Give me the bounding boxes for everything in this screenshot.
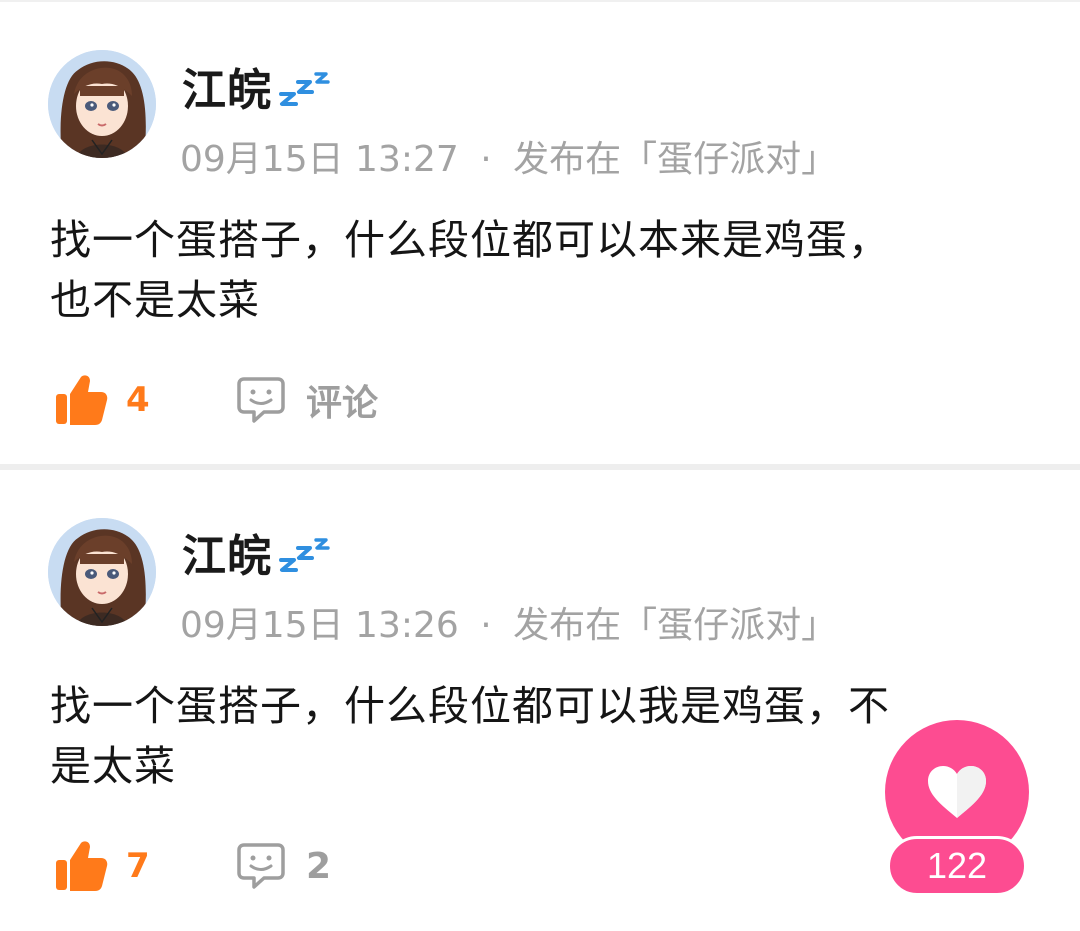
zzz-icon <box>279 72 330 106</box>
post-card[interactable]: 江皖 09月15日 13:27 · 发布在「蛋仔派对」 找一个蛋搭子，什么段位都… <box>0 0 1080 470</box>
like-count: 7 <box>126 846 150 886</box>
published-in[interactable]: 发布在「蛋仔派对」 <box>513 139 837 180</box>
floating-like-count: 122 <box>887 836 1027 896</box>
avatar-image <box>48 50 156 158</box>
author-name[interactable]: 江皖 <box>182 520 272 584</box>
like-button[interactable]: 7 <box>54 838 150 894</box>
published-in[interactable]: 发布在「蛋仔派对」 <box>513 605 837 646</box>
floating-like-button[interactable]: 122 <box>884 720 1030 900</box>
post-timestamp: 09月15日 13:27 <box>180 139 459 180</box>
comment-button[interactable]: 2 <box>236 838 331 894</box>
post-meta: 09月15日 13:26 · 发布在「蛋仔派对」 <box>180 596 837 648</box>
like-count: 4 <box>126 380 150 420</box>
meta-separator: · <box>480 605 492 646</box>
thumbs-up-icon <box>56 841 108 891</box>
like-button[interactable]: 4 <box>54 372 150 428</box>
zzz-icon <box>279 538 330 572</box>
comment-count: 2 <box>306 845 332 887</box>
avatar[interactable] <box>48 518 156 626</box>
thumbs-up-icon <box>56 375 108 425</box>
author-row: 江皖 <box>182 522 332 582</box>
comment-button[interactable]: 评论 <box>236 372 378 428</box>
comment-icon <box>237 843 285 889</box>
heart-icon <box>928 766 986 818</box>
author-row: 江皖 <box>182 56 332 116</box>
post-meta: 09月15日 13:27 · 发布在「蛋仔派对」 <box>180 130 837 182</box>
post-timestamp: 09月15日 13:26 <box>180 605 459 646</box>
post-body[interactable]: 找一个蛋搭子，什么段位都可以本来是鸡蛋， 也不是太菜 <box>50 210 1010 330</box>
author-name[interactable]: 江皖 <box>182 54 272 118</box>
post-text-line: 找一个蛋搭子，什么段位都可以我是鸡蛋，不 <box>50 682 890 730</box>
avatar[interactable] <box>48 50 156 158</box>
meta-separator: · <box>480 139 492 180</box>
post-text-line: 找一个蛋搭子，什么段位都可以本来是鸡蛋， <box>50 216 890 264</box>
avatar-image <box>48 518 156 626</box>
comment-icon <box>237 377 285 423</box>
post-text-line: 也不是太菜 <box>50 276 260 324</box>
comment-label: 评论 <box>306 383 379 424</box>
post-body[interactable]: 找一个蛋搭子，什么段位都可以我是鸡蛋，不 是太菜 <box>50 676 1010 796</box>
post-text-line: 是太菜 <box>50 742 176 790</box>
